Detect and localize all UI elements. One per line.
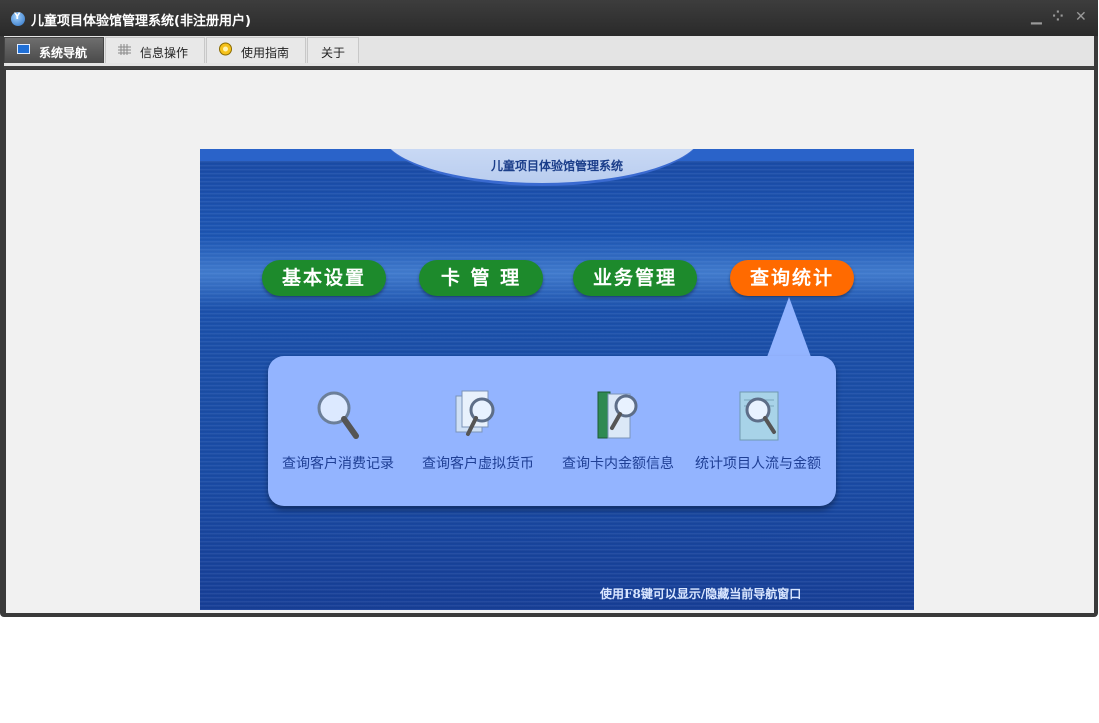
- grid-icon: [118, 44, 131, 55]
- documents-search-icon: [455, 390, 495, 436]
- item-label: 统计项目人流与金额: [695, 456, 821, 472]
- project-traffic-amount-statistics-item[interactable]: 统计项目人流与金额: [688, 386, 828, 486]
- tab-bar: 系统导航 信息操作 使用指南 关于: [4, 36, 1094, 66]
- app-logo-icon: Y: [11, 12, 25, 26]
- title-bar: Y 儿童项目体验馆管理系统(非注册用户) ▁ ⁘ ✕: [0, 0, 1098, 36]
- navigation-panel: 儿童项目体验馆管理系统 基本设置 卡 管 理 业务管理 查询统计 查询客户消费记…: [200, 149, 914, 610]
- tab-info-operation[interactable]: 信息操作: [105, 37, 205, 63]
- nav-query-statistics-button[interactable]: 查询统计: [730, 260, 854, 296]
- restore-icon[interactable]: ⁘: [1052, 9, 1064, 25]
- tab-label: 使用指南: [241, 46, 290, 60]
- app-window: Y 儿童项目体验馆管理系统(非注册用户) ▁ ⁘ ✕ 系统导航 信息操作 使用指…: [0, 0, 1098, 617]
- window-title: 儿童项目体验馆管理系统(非注册用户): [31, 14, 251, 29]
- tab-about[interactable]: 关于: [307, 37, 359, 63]
- query-virtual-currency-item[interactable]: 查询客户虚拟货币: [408, 386, 548, 486]
- f8-hint-text: 使用F8键可以显示/隐藏当前导航窗口: [600, 587, 802, 601]
- magnifier-icon: [317, 391, 359, 439]
- tab-user-guide[interactable]: 使用指南: [206, 37, 306, 63]
- monitor-icon: [17, 44, 30, 54]
- tab-label: 信息操作: [140, 46, 189, 60]
- query-submenu: 查询客户消费记录 查询客户虚拟货币 查询卡内金额信息 统计项目人流与金额: [268, 356, 836, 506]
- tab-label: 系统导航: [39, 46, 88, 60]
- panel-title: 儿童项目体验馆管理系统: [490, 159, 623, 173]
- tab-system-navigation[interactable]: 系统导航: [4, 37, 104, 63]
- document-search-icon: [739, 391, 779, 441]
- nav-card-management-button[interactable]: 卡 管 理: [419, 260, 543, 296]
- close-icon[interactable]: ✕: [1075, 9, 1087, 25]
- item-label: 查询客户消费记录: [282, 456, 394, 472]
- tab-label: 关于: [321, 46, 346, 60]
- item-label: 查询客户虚拟货币: [422, 456, 534, 472]
- item-label: 查询卡内金额信息: [562, 456, 674, 472]
- query-consumption-record-item[interactable]: 查询客户消费记录: [268, 386, 408, 486]
- book-search-icon: [597, 391, 638, 439]
- nav-basic-settings-button[interactable]: 基本设置: [262, 260, 386, 296]
- query-card-balance-item[interactable]: 查询卡内金额信息: [548, 386, 688, 486]
- nav-business-management-button[interactable]: 业务管理: [573, 260, 697, 296]
- lightbulb-icon: [219, 42, 232, 56]
- submenu-pointer: [767, 297, 811, 357]
- minimize-icon[interactable]: ▁: [1031, 9, 1042, 25]
- tab-divider: [4, 66, 1094, 69]
